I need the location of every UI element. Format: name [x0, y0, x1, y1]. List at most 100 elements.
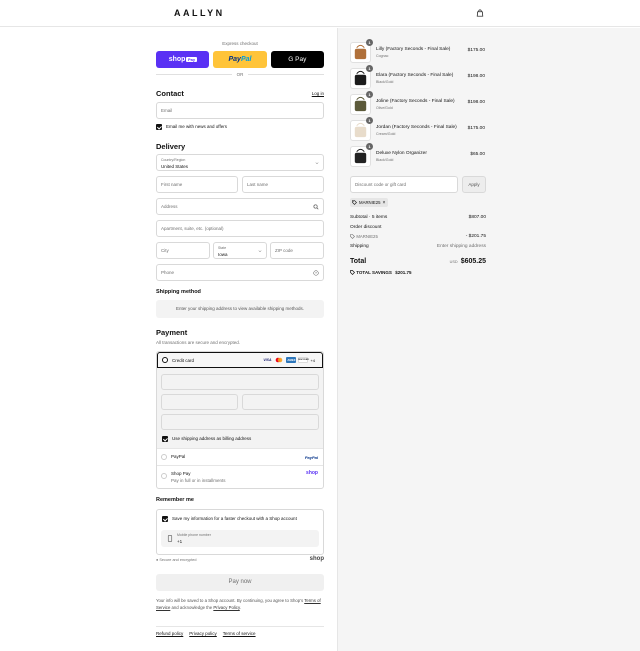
last-name-field[interactable]: Last name — [242, 176, 324, 193]
expiration-field[interactable] — [161, 394, 238, 410]
more-cards-label: +4 — [310, 357, 315, 363]
order-item: 1 Elara (Factory Seconds - Final Sale) Bla… — [350, 65, 486, 90]
applied-code-label: MARNIE25 — [359, 200, 381, 205]
news-checkbox[interactable] — [156, 124, 162, 130]
mobile-phone-field[interactable]: Mobile phone number +1 — [161, 530, 319, 547]
quantity-badge: 1 — [366, 143, 373, 150]
credit-card-label: Credit card — [172, 358, 195, 363]
footer-divider — [156, 626, 324, 627]
tag-icon — [350, 270, 355, 275]
payment-subtitle: All transactions are secure and encrypte… — [156, 340, 241, 345]
shop-pay-radio[interactable] — [161, 473, 167, 479]
tag-icon — [352, 200, 357, 205]
product-price: $198.00 — [467, 74, 485, 79]
discount-placeholder: Discount code or gift card — [355, 182, 407, 187]
apartment-field[interactable]: Apartment, suite, etc. (optional) — [156, 220, 324, 237]
shop-pay-option[interactable]: Shop Pay Pay in full or in installments … — [157, 465, 323, 488]
product-variant: Black/Gold — [376, 158, 394, 162]
state-label: State — [218, 246, 227, 250]
shop-pay-label: shop — [168, 56, 186, 63]
product-price: $65.00 — [470, 152, 485, 157]
mobile-phone-value: +1 — [177, 539, 183, 544]
quantity-badge: 1 — [366, 117, 373, 124]
remove-code-icon[interactable]: × — [383, 200, 386, 206]
card-brands: VISA AMEX DISCOVER +4 — [262, 357, 315, 363]
order-summary: 1 Lilly (Factory Seconds - Final Sale) Cog… — [337, 28, 640, 651]
paypal-label-b: Pal — [240, 56, 252, 63]
tag-icon — [350, 234, 355, 239]
bag-icon[interactable] — [476, 9, 484, 17]
login-link[interactable]: Log in — [312, 91, 324, 96]
zip-field[interactable]: ZIP code — [270, 242, 324, 259]
billing-checkbox[interactable] — [162, 436, 168, 442]
secure-label: Secure and encrypted — [159, 558, 197, 562]
shop-pay-sub: Pay in full or in installments — [171, 478, 226, 483]
shop-pay-button[interactable]: shop Pay — [156, 51, 210, 68]
shipping-method-message: Enter your shipping address to view avai… — [156, 300, 324, 318]
shop-pay-label: Shop Pay — [171, 471, 191, 476]
contact-title: Contact — [156, 89, 184, 98]
bag-image — [354, 96, 367, 112]
apply-button[interactable]: Apply — [462, 176, 486, 193]
country-select[interactable]: Country/Region United States — [156, 154, 324, 171]
paypal-option[interactable]: PayPal PayPal — [157, 448, 323, 465]
security-code-field[interactable] — [242, 394, 319, 410]
email-placeholder: Email — [161, 108, 173, 113]
discount-code-input[interactable]: Discount code or gift card — [350, 176, 458, 193]
terms-text: Your info will be saved to a Shop accoun… — [156, 597, 324, 611]
country-value: United States — [161, 164, 189, 169]
save-info-checkbox[interactable] — [162, 516, 168, 522]
refund-policy-link[interactable]: Refund policy — [156, 631, 183, 636]
phone-field[interactable]: Phone ? — [156, 264, 324, 281]
paypal-label: PayPal — [171, 454, 186, 459]
quantity-badge: 1 — [366, 91, 373, 98]
payment-options: Credit card VISA AMEX DISCOVER +4 Use sh… — [156, 351, 324, 489]
product-name: Elara (Factory Seconds - Final Sale) — [376, 73, 454, 78]
help-icon[interactable]: ? — [313, 270, 319, 276]
discover-icon: DISCOVER — [298, 357, 309, 363]
city-field[interactable]: City — [156, 242, 210, 259]
privacy-policy-link[interactable]: Privacy Policy — [213, 605, 239, 610]
card-number-field[interactable] — [161, 374, 319, 390]
discount-code-label: MARNIE25 — [356, 234, 378, 239]
last-name-placeholder: Last name — [247, 182, 269, 187]
order-discount-row: Order discount — [350, 225, 486, 230]
terms-of-service-footer-link[interactable]: Terms of service — [223, 631, 256, 636]
bag-image — [354, 44, 367, 60]
product-name: Joline (Factory Seconds - Final Sale) — [376, 99, 455, 104]
privacy-policy-footer-link[interactable]: Privacy policy — [189, 631, 217, 636]
order-discount-label: Order discount — [350, 225, 382, 230]
credit-card-radio[interactable] — [162, 357, 168, 363]
product-name: Jordan (Factory Seconds - Final Sale) — [376, 125, 457, 130]
savings-value: $201.75 — [395, 270, 412, 275]
pay-now-button[interactable]: Pay now — [156, 574, 324, 591]
email-field[interactable]: Email — [156, 102, 324, 119]
brand-logo[interactable]: AALLYN — [174, 8, 225, 18]
paypal-label-a: Pay — [228, 56, 241, 63]
credit-card-option[interactable]: Credit card VISA AMEX DISCOVER +4 — [157, 352, 323, 368]
state-select[interactable]: State Iowa — [213, 242, 267, 259]
paypal-button[interactable]: Pay Pal — [213, 51, 267, 68]
address-field[interactable]: Address — [156, 198, 324, 215]
remember-me-box: Save my information for a faster checkou… — [156, 509, 324, 555]
first-name-field[interactable]: First name — [156, 176, 238, 193]
name-on-card-field[interactable] — [161, 414, 319, 430]
paypal-radio[interactable] — [161, 454, 167, 460]
terms-text-b: and acknowledge the — [170, 605, 214, 610]
bag-image — [354, 70, 367, 86]
product-variant: Black/Gold — [376, 80, 394, 84]
subtotal-row: Subtotal · 5 items $807.00 — [350, 215, 486, 220]
discount-value: - $201.75 — [465, 234, 486, 239]
phone-placeholder: Phone — [161, 270, 175, 275]
mastercard-icon — [276, 357, 283, 363]
shop-pay-logo: shop — [306, 470, 318, 476]
phone-icon — [167, 535, 173, 542]
google-pay-button[interactable]: G Pay — [270, 51, 324, 68]
payment-title: Payment — [156, 328, 188, 337]
express-checkout-label: Express checkout — [222, 41, 258, 46]
applied-discount-chip: MARNIE25 × — [350, 198, 389, 207]
shipping-value: Enter shipping address — [436, 244, 486, 249]
delivery-title: Delivery — [156, 142, 186, 151]
subtotal-label: Subtotal · 5 items — [350, 215, 388, 220]
total-row: Total USD $605.25 — [350, 258, 486, 265]
